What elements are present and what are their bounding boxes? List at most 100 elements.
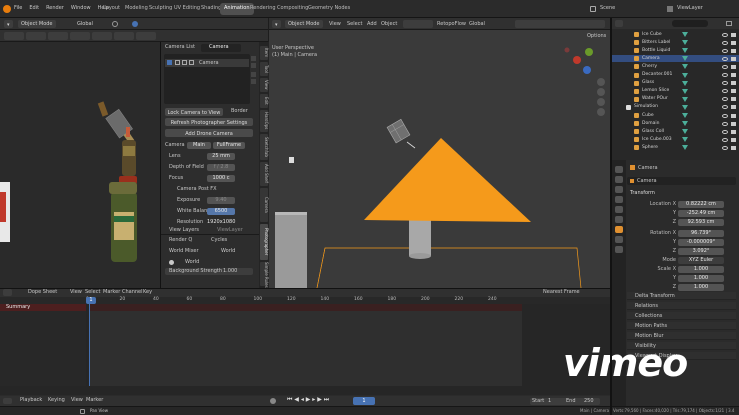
visibility-eye-icon[interactable] (722, 97, 728, 102)
snap-icon[interactable] (112, 21, 118, 27)
object-tab-icon[interactable] (615, 226, 623, 233)
playhead-line[interactable] (89, 297, 90, 386)
camera-post-fx-label[interactable]: Camera Post FX (177, 187, 217, 192)
outliner-row[interactable]: Sphere (612, 144, 739, 151)
keying-menu[interactable]: Keying (48, 398, 65, 403)
timeline-editor-type[interactable] (3, 398, 12, 404)
collections-section[interactable]: Collections (627, 312, 736, 320)
scale-y-field[interactable]: 1.000 (678, 275, 724, 282)
outliner-row[interactable]: Lemon Slice (612, 88, 739, 95)
outliner-search-input[interactable] (672, 20, 708, 27)
viewport-menu-view[interactable]: View (329, 22, 341, 27)
camera-section-label[interactable]: Camera (165, 143, 185, 148)
dope-menu-channel[interactable]: Channel (122, 290, 143, 295)
outliner-row[interactable]: Ice Cube (612, 31, 739, 38)
exposure-field[interactable]: 9.40 (207, 197, 235, 204)
view-layer-tab-icon[interactable] (615, 196, 623, 203)
dof-field[interactable]: f / 2.8 (207, 164, 235, 171)
tab-sketchfab[interactable]: Sketchfab (260, 134, 269, 160)
viewport-editor-type[interactable]: ▾ (272, 20, 281, 28)
filter-icon[interactable] (726, 21, 732, 26)
scene-tab-icon[interactable] (615, 206, 623, 213)
render-camera-icon[interactable] (731, 40, 736, 45)
visibility-eye-icon[interactable] (722, 32, 728, 37)
render-camera-icon[interactable] (731, 121, 736, 126)
render-camera-icon[interactable] (731, 137, 736, 142)
scale-z-field[interactable]: 1.000 (678, 284, 724, 291)
render-camera-icon[interactable] (731, 113, 736, 118)
lock-camera-button[interactable]: Lock Camera to View (165, 108, 223, 116)
render-camera-icon[interactable] (731, 129, 736, 134)
retopoflow-menu[interactable]: RetopoFlow (437, 22, 466, 27)
resolution-label[interactable]: Resolution (177, 220, 203, 225)
outliner-row[interactable]: Simulation (612, 104, 739, 111)
checkbox-icon[interactable] (167, 60, 172, 65)
playback-menu[interactable]: Playback (20, 398, 42, 403)
visibility-eye-icon[interactable] (722, 113, 728, 118)
outliner-row[interactable]: Ice Cube.003 (612, 136, 739, 143)
snap-select[interactable]: Nearest Frame (543, 290, 580, 295)
tool-tab-icon[interactable] (615, 166, 623, 173)
visibility-eye-icon[interactable] (722, 81, 728, 86)
object-mode-select[interactable]: Object Mode (18, 20, 56, 28)
visibility-eye-icon[interactable] (722, 48, 728, 53)
lock-icon[interactable] (189, 60, 194, 65)
viewport-menu-add[interactable]: Add (367, 22, 377, 27)
timeline-scroll-area[interactable] (0, 386, 610, 395)
visibility-eye-icon[interactable] (722, 40, 728, 45)
visibility-eye-icon[interactable] (722, 64, 728, 69)
tab-hardops[interactable]: HardOps (260, 110, 269, 132)
3d-viewport[interactable]: User Perspective (1) Main | Camera Optio… (269, 30, 610, 288)
menu-render[interactable]: Render (46, 6, 64, 11)
scale-icon[interactable] (92, 32, 112, 40)
viewport-global-select[interactable]: Global (469, 22, 485, 27)
outliner-row[interactable]: Cherry (612, 63, 739, 70)
outliner-row[interactable]: Bitters Label (612, 39, 739, 46)
camera-list-tab[interactable]: Camera List (165, 45, 195, 50)
visibility-eye-icon[interactable] (722, 56, 728, 61)
menu-edit[interactable]: Edit (29, 6, 39, 11)
camera-list-item[interactable]: Camera (165, 59, 249, 67)
render-tab-icon[interactable] (615, 176, 623, 183)
global-select[interactable]: Global (74, 20, 96, 28)
rotation-z-field[interactable]: 3.092° (678, 248, 724, 255)
world-mixer-value[interactable]: World (221, 249, 235, 254)
tab-camera[interactable]: Camera (260, 188, 269, 222)
tab-photographer[interactable]: Photographer (260, 224, 269, 260)
dope-mode-select[interactable]: Dope Sheet (28, 290, 57, 295)
focus-label[interactable]: Focus (169, 176, 183, 181)
dof-label[interactable]: Depth of Field (169, 165, 204, 170)
object-name-field[interactable]: Camera (627, 177, 736, 185)
editor-type-button[interactable]: ▾ (4, 20, 13, 28)
tab-simple-rules[interactable]: Simple Rules (260, 262, 269, 288)
dope-menu-marker[interactable]: Marker (103, 290, 120, 295)
rotation-y-field[interactable]: -0.000009° (678, 239, 724, 246)
viewlayer-name[interactable]: ViewLayer (677, 6, 703, 11)
render-camera-icon[interactable] (731, 48, 736, 53)
view-layers-label[interactable]: View Layers (169, 228, 199, 233)
render-camera-icon[interactable] (731, 89, 736, 94)
end-field[interactable]: 250 (584, 399, 594, 404)
background-strength-field[interactable]: Background Strength 1.000 (165, 268, 253, 275)
tab-geometry-nodes[interactable]: Geometry Nodes (304, 3, 354, 15)
render-camera-icon[interactable] (731, 97, 736, 102)
tab-view[interactable]: View (260, 78, 269, 92)
viewport-menu-select[interactable]: Select (347, 22, 362, 27)
delta-transform-section[interactable]: Delta Transform (627, 292, 736, 300)
outliner-row[interactable]: Camera (612, 55, 739, 63)
camera-sensor-select[interactable]: FullFrame (213, 142, 245, 149)
proportional-icon[interactable] (132, 21, 138, 27)
move-down-icon[interactable] (251, 79, 256, 84)
resolution-field[interactable]: 1920x1080 (207, 219, 235, 226)
white-balance-field[interactable]: 6500 (207, 208, 235, 215)
transform-section[interactable]: Transform (630, 191, 655, 196)
outliner-row[interactable]: Water POur (612, 96, 739, 103)
constraints-tab-icon[interactable] (615, 236, 623, 243)
output-tab-icon[interactable] (615, 186, 623, 193)
outliner-editor-type[interactable] (615, 20, 623, 27)
remove-icon[interactable] (251, 63, 256, 68)
motion-blur-section[interactable]: Motion Blur (627, 332, 736, 340)
lens-field[interactable]: 25 mm (207, 153, 235, 160)
visibility-eye-icon[interactable] (722, 121, 728, 126)
add-drone-camera-button[interactable]: Add Drone Camera (165, 129, 253, 137)
